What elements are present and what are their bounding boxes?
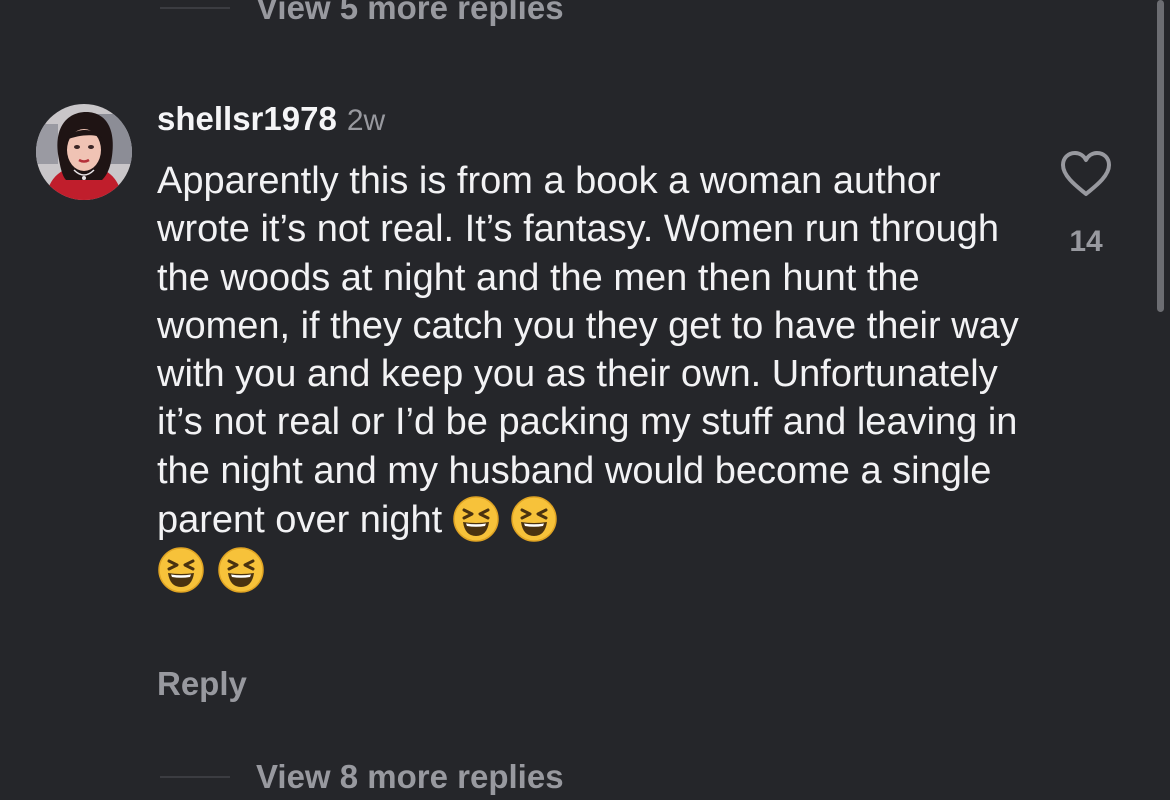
reply-button[interactable]: Reply [157, 664, 247, 704]
comment: shellsr1978 2w Apparently this is from a… [157, 100, 1037, 594]
comment-header: shellsr1978 2w [157, 100, 1037, 150]
emoji-row [157, 546, 1037, 594]
view-more-replies-label[interactable]: View 5 more replies [256, 0, 564, 28]
scrollbar[interactable] [1157, 0, 1164, 312]
grinning-squinting-face-icon [452, 495, 500, 543]
username[interactable]: shellsr1978 [157, 100, 337, 138]
view-more-replies-top[interactable]: View 5 more replies [160, 0, 564, 28]
view-more-replies-bottom[interactable]: View 8 more replies [160, 757, 564, 797]
timestamp: 2w [346, 104, 386, 137]
comment-body: Apparently this is from a book a woman a… [157, 157, 1037, 544]
view-more-replies-label[interactable]: View 8 more replies [256, 757, 564, 797]
thread-line [160, 7, 230, 9]
comment-text: Apparently this is from a book a woman a… [157, 160, 1019, 542]
avatar-image [36, 104, 132, 200]
avatar[interactable] [36, 104, 132, 200]
like-count: 14 [1069, 225, 1103, 258]
grinning-squinting-face-icon [510, 495, 558, 543]
like-control: 14 [1058, 150, 1114, 259]
grinning-squinting-face-icon [157, 546, 205, 594]
thread-line [160, 776, 230, 778]
heart-outline-icon[interactable] [1059, 150, 1113, 203]
grinning-squinting-face-icon [217, 546, 265, 594]
